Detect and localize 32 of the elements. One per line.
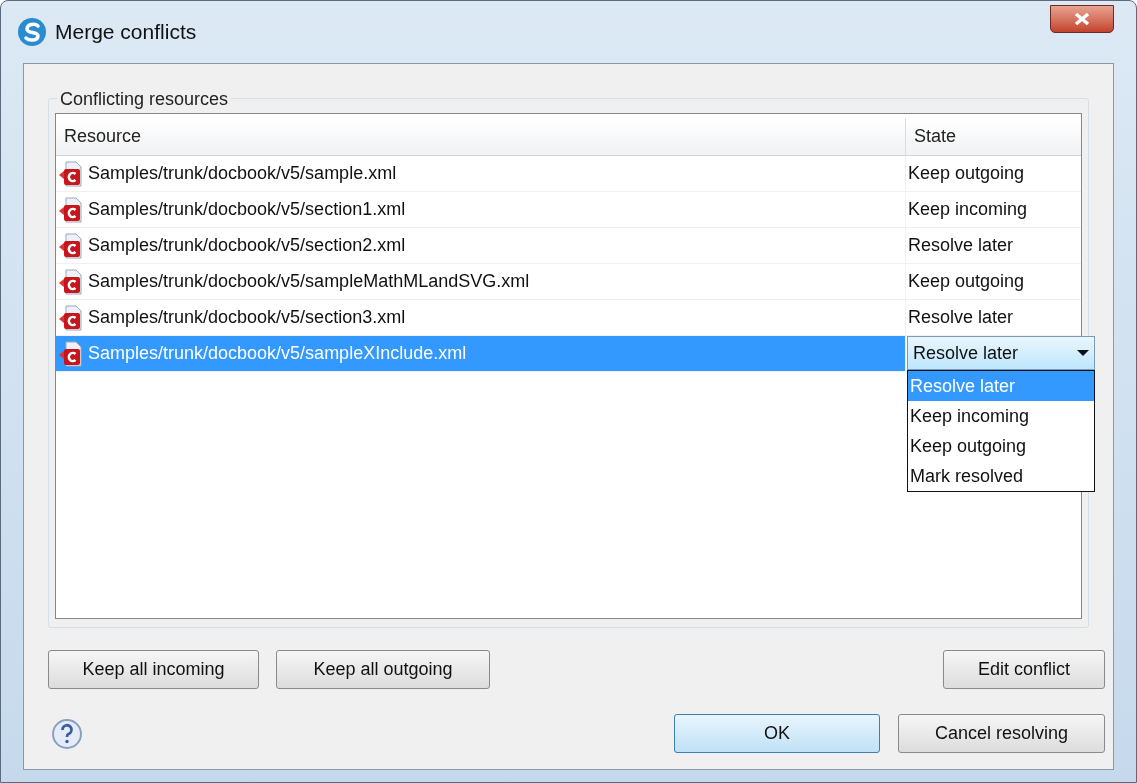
dialog-button[interactable]: Edit conflict (943, 650, 1105, 689)
close-button[interactable] (1050, 5, 1114, 33)
column-header[interactable]: State (906, 118, 1081, 155)
state-text: Keep outgoing (908, 162, 1025, 185)
resource-path: Samples/trunk/docbook/v5/sampleXInclude.xml (88, 342, 467, 365)
help-icon[interactable] (51, 717, 83, 750)
table-row[interactable]: Samples/trunk/docbook/v5/section1.xml Keep incoming (56, 192, 1081, 228)
state-dropdown[interactable]: Resolve later (907, 336, 1095, 370)
state-text: Resolve later (908, 234, 1014, 257)
resource-path: Samples/trunk/docbook/v5/section3.xml (88, 306, 406, 329)
dialog-button[interactable]: Cancel resolving (898, 714, 1105, 753)
state-text: Resolve later (908, 306, 1014, 329)
table-row[interactable]: Samples/trunk/docbook/v5/sampleMathMLandSVG.xml Keep outgoing (56, 264, 1081, 300)
state-text: Keep outgoing (908, 270, 1025, 293)
table-row[interactable]: Samples/trunk/docbook/v5/section2.xml Resolve later (56, 228, 1081, 264)
resource-path: Samples/trunk/docbook/v5/sample.xml (88, 162, 397, 185)
app-logo-icon (17, 17, 47, 47)
resource-path: Samples/trunk/docbook/v5/sampleMathMLandSVG.xml (88, 270, 530, 293)
state-text: Keep incoming (908, 198, 1028, 221)
dialog-button[interactable]: Keep all outgoing (276, 650, 490, 689)
caret-icon (1077, 349, 1089, 357)
resource-path: Samples/trunk/docbook/v5/section2.xml (88, 234, 406, 257)
dialog-button[interactable]: OK (674, 714, 880, 753)
window-title: Merge conflicts (55, 19, 197, 46)
column-header[interactable]: Resource (56, 118, 906, 155)
table-row[interactable]: Samples/trunk/docbook/v5/sample.xml Keep outgoing (56, 156, 1081, 192)
close-icon (1073, 12, 1091, 26)
dropdown-option[interactable]: Keep outgoing (908, 431, 1094, 461)
dropdown-option[interactable]: Mark resolved (908, 461, 1094, 491)
dropdown-option[interactable]: Keep incoming (908, 401, 1094, 431)
dialog-button[interactable]: Keep all incoming (48, 650, 259, 689)
resource-path: Samples/trunk/docbook/v5/section1.xml (88, 198, 406, 221)
